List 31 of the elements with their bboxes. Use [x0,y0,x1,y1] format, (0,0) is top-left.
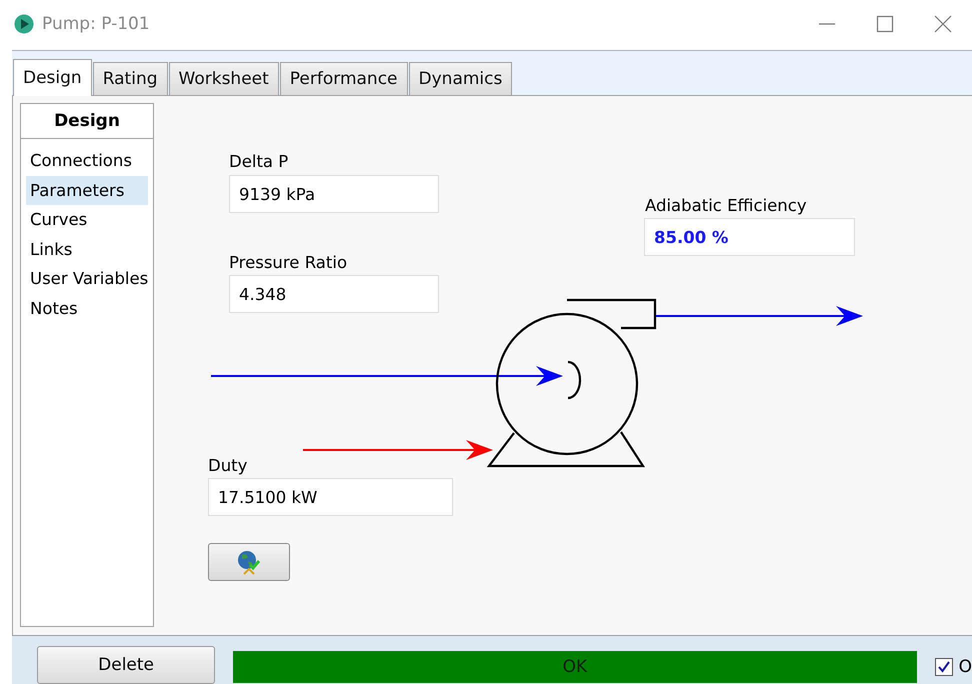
tab[interactable]: Dynamics [408,62,512,95]
input-field[interactable]: 85.00 % [644,218,855,256]
tab[interactable]: Performance [280,62,408,95]
field-label: Pressure Ratio [229,253,348,272]
field-label: Duty [208,456,248,475]
input-field[interactable]: 9139 kPa [229,175,439,213]
sidebar-item[interactable]: Links [26,234,148,264]
field-label: Delta P [229,152,288,171]
maximize-icon [876,15,894,33]
window-title: Pump: P-101 [42,14,150,34]
sidebar-item[interactable]: User Variables [26,264,148,294]
globe-button[interactable] [208,543,290,581]
close-icon [934,15,952,33]
tab[interactable]: Rating [92,62,168,95]
input-field[interactable]: 4.348 [229,275,439,313]
field-label: Adiabatic Efficiency [645,196,807,215]
play-icon [14,14,34,34]
sidebar-item[interactable]: Parameters [26,176,148,205]
delete-button[interactable]: Delete [37,646,216,684]
sidebar-item[interactable]: Notes [26,294,148,323]
globe-check-icon [236,549,262,575]
sidebar-header: Design [21,104,153,139]
checkbox-label: O [958,657,972,677]
tab[interactable]: Worksheet [168,62,279,95]
tab[interactable]: Design [13,59,92,96]
input-field[interactable]: 17.5100 kW [208,478,453,516]
status-bar: OK [233,651,917,683]
sidebar-item[interactable]: Curves [26,205,148,234]
minimize-icon [818,23,836,25]
sidebar-item[interactable]: Connections [26,146,148,176]
checkbox[interactable] [934,658,953,676]
